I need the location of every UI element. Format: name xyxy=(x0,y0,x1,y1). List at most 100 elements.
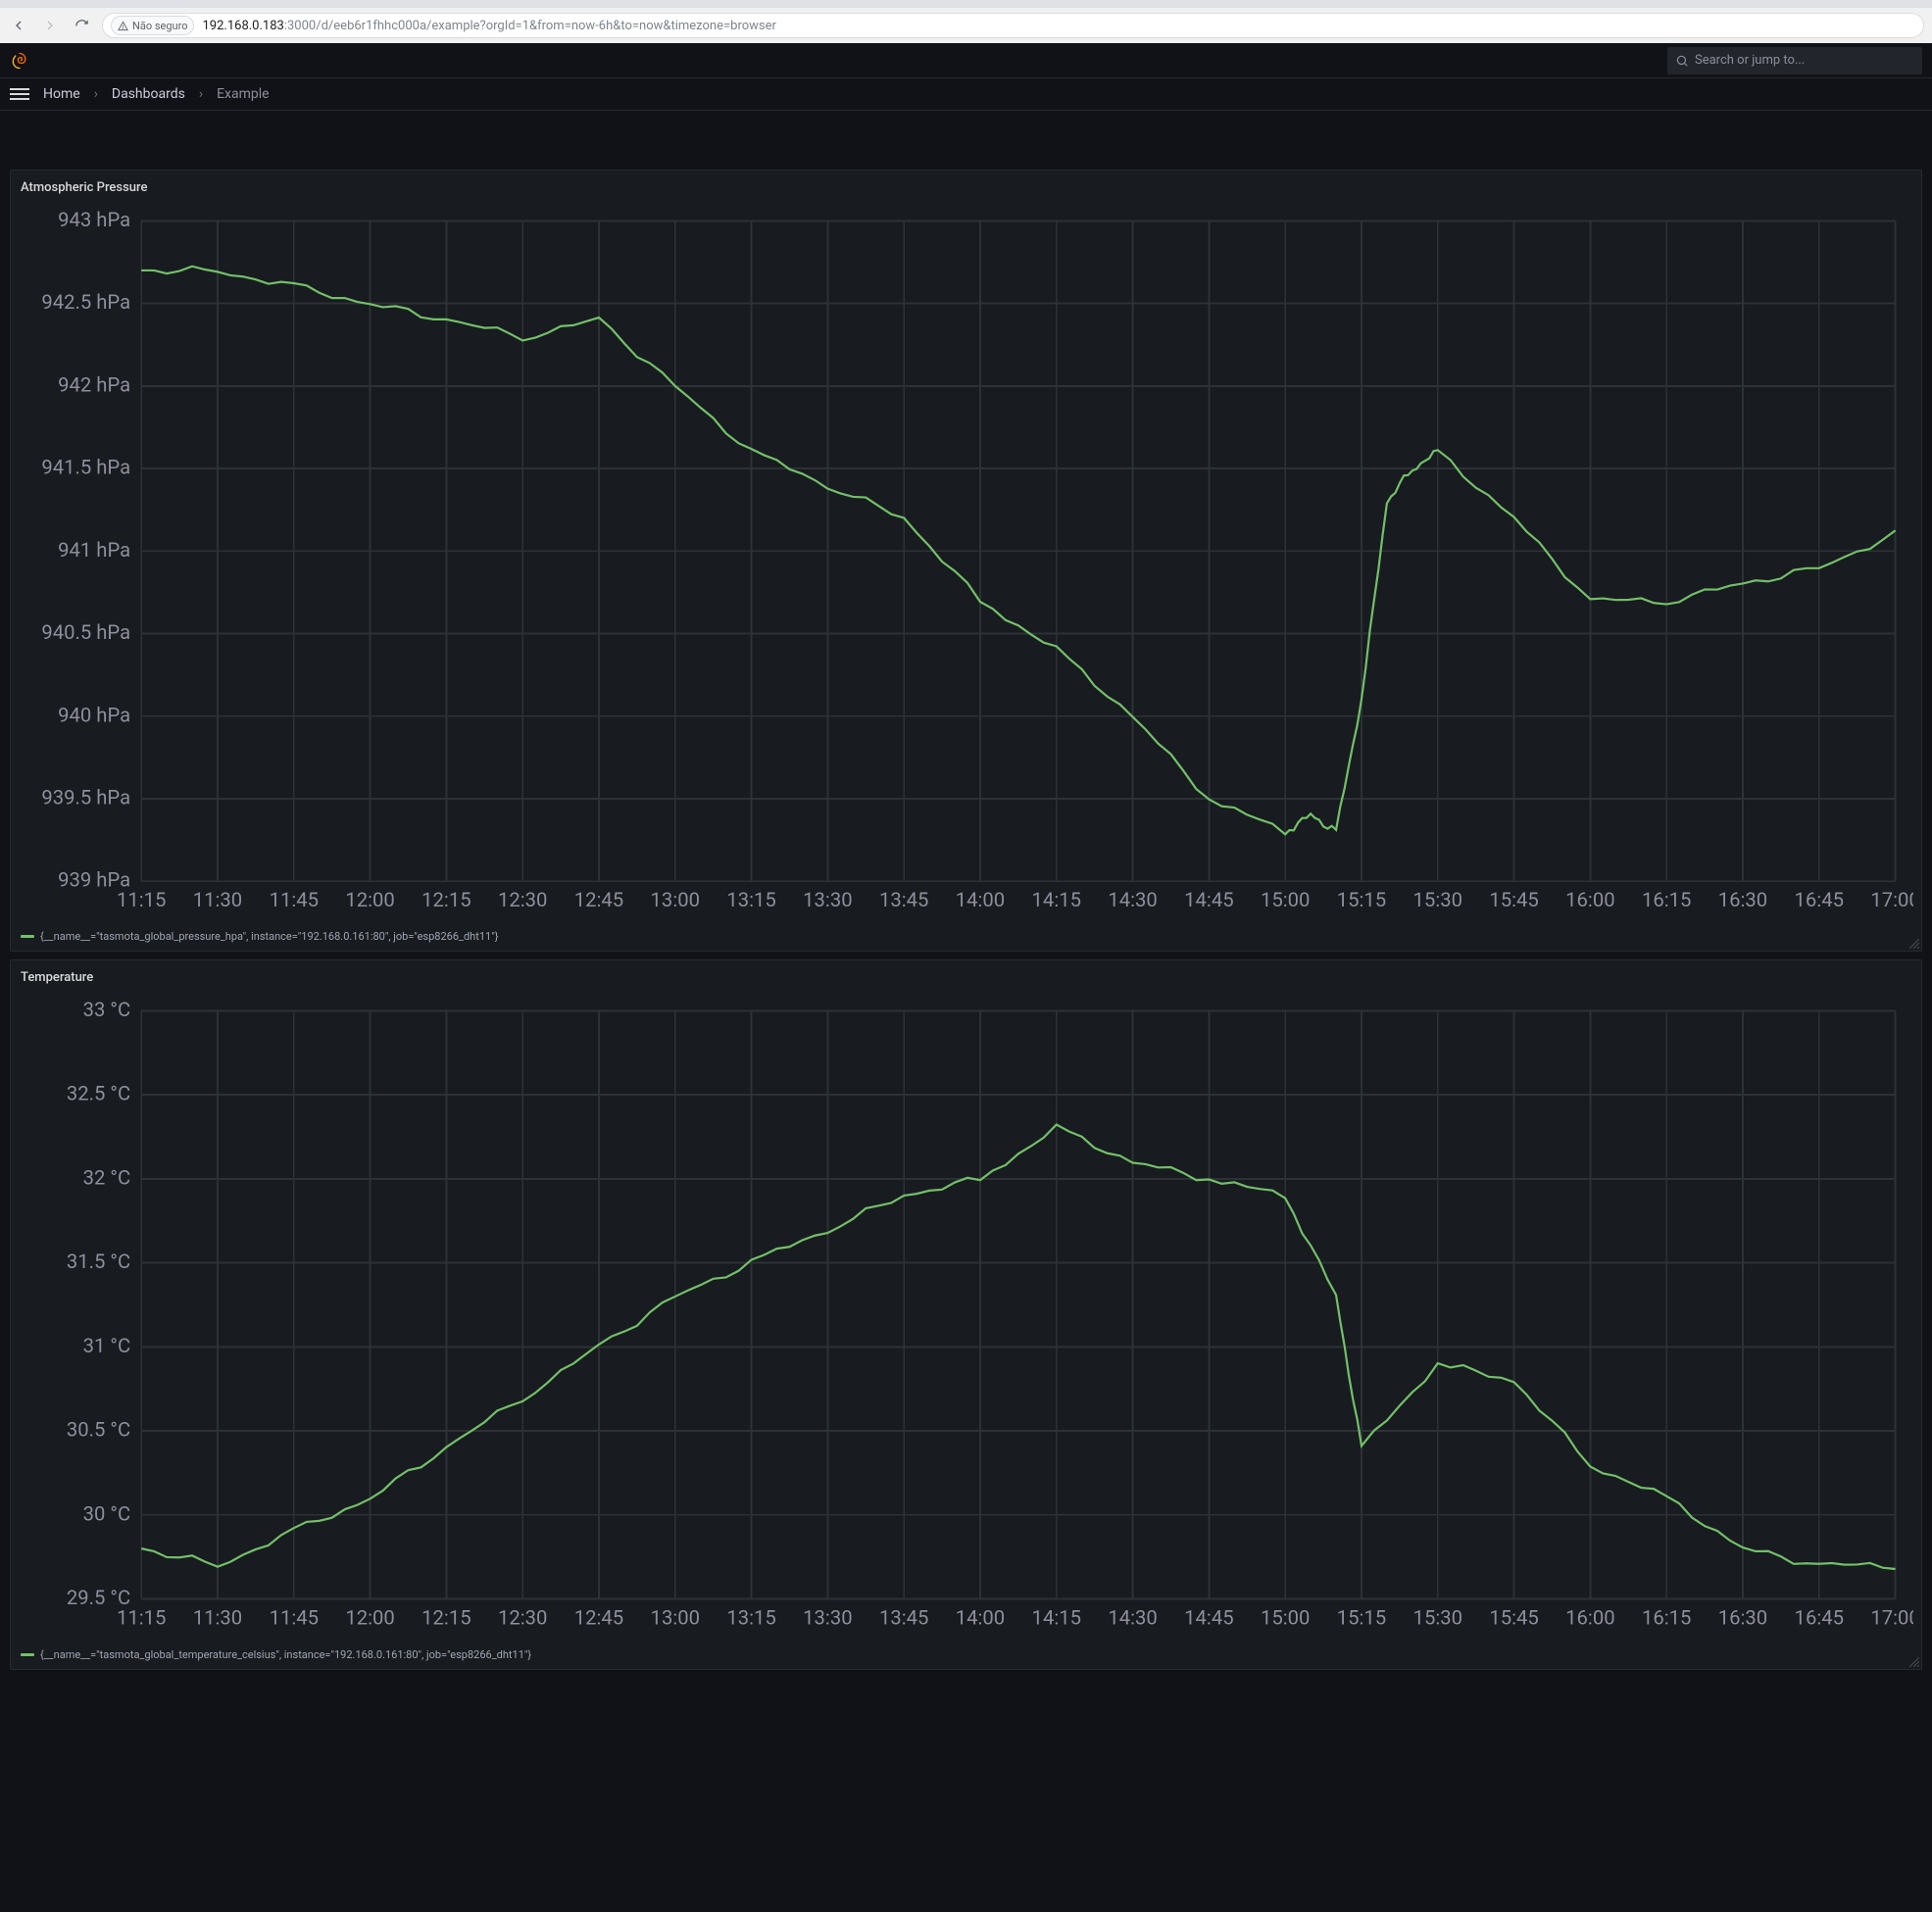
svg-text:12:45: 12:45 xyxy=(574,1606,623,1630)
svg-text:15:15: 15:15 xyxy=(1337,888,1386,911)
svg-text:13:45: 13:45 xyxy=(879,1606,928,1630)
svg-text:32.5 °C: 32.5 °C xyxy=(67,1082,130,1105)
svg-text:12:30: 12:30 xyxy=(498,888,547,911)
svg-text:12:15: 12:15 xyxy=(421,1606,471,1630)
svg-text:16:15: 16:15 xyxy=(1642,888,1691,911)
forward-button[interactable] xyxy=(39,15,61,36)
svg-text:939.5 hPa: 939.5 hPa xyxy=(41,785,130,809)
svg-text:16:00: 16:00 xyxy=(1565,888,1614,911)
grafana-logo-icon[interactable] xyxy=(10,51,29,71)
url-text: 192.168.0.183:3000/d/eeb6r1fhhc000a/exam… xyxy=(202,19,775,33)
legend-label: {__name__="tasmota_global_temperature_ce… xyxy=(40,1648,531,1661)
svg-text:12:00: 12:00 xyxy=(345,1606,394,1630)
svg-text:11:45: 11:45 xyxy=(270,888,319,911)
svg-text:942 hPa: 942 hPa xyxy=(58,372,130,396)
svg-text:33 °C: 33 °C xyxy=(83,998,131,1021)
chevron-right-icon: › xyxy=(94,86,98,102)
svg-text:16:30: 16:30 xyxy=(1718,1606,1767,1630)
svg-text:15:30: 15:30 xyxy=(1413,1606,1462,1630)
svg-text:941.5 hPa: 941.5 hPa xyxy=(41,456,130,479)
legend-swatch-icon xyxy=(21,935,34,938)
resize-handle-icon[interactable] xyxy=(1909,1657,1919,1667)
browser-tab-strip xyxy=(0,0,1932,8)
svg-text:942.5 hPa: 942.5 hPa xyxy=(41,290,130,314)
breadcrumb-home[interactable]: Home xyxy=(43,86,80,102)
legend-swatch-icon xyxy=(21,1653,34,1656)
svg-text:940 hPa: 940 hPa xyxy=(58,703,130,726)
resize-handle-icon[interactable] xyxy=(1909,939,1919,949)
svg-text:11:15: 11:15 xyxy=(117,888,166,911)
svg-text:15:00: 15:00 xyxy=(1261,888,1310,911)
chevron-right-icon: › xyxy=(199,86,203,102)
svg-text:940.5 hPa: 940.5 hPa xyxy=(41,620,130,644)
svg-text:941 hPa: 941 hPa xyxy=(58,538,130,562)
svg-text:13:15: 13:15 xyxy=(726,1606,775,1630)
svg-text:12:15: 12:15 xyxy=(421,888,471,911)
svg-text:13:30: 13:30 xyxy=(803,1606,852,1630)
svg-text:16:45: 16:45 xyxy=(1795,1606,1844,1630)
svg-text:14:15: 14:15 xyxy=(1032,888,1081,911)
svg-text:12:45: 12:45 xyxy=(574,888,623,911)
temperature-chart[interactable]: 33 °C 32.5 °C 32 °C 31.5 °C 31 °C 30.5 °C 30 °… xyxy=(19,993,1913,1642)
svg-text:13:00: 13:00 xyxy=(651,1606,700,1630)
svg-text:16:30: 16:30 xyxy=(1718,888,1767,911)
svg-text:13:45: 13:45 xyxy=(879,888,928,911)
svg-text:14:45: 14:45 xyxy=(1184,1606,1233,1630)
breadcrumb-current: Example xyxy=(217,86,269,102)
svg-text:14:30: 14:30 xyxy=(1108,1606,1157,1630)
legend-label: {__name__="tasmota_global_pressure_hpa",… xyxy=(40,930,498,943)
svg-text:13:30: 13:30 xyxy=(803,888,852,911)
svg-text:12:30: 12:30 xyxy=(498,1606,547,1630)
search-input[interactable]: Search or jump to... xyxy=(1667,47,1922,74)
panel-title: Temperature xyxy=(11,960,1921,991)
svg-text:15:45: 15:45 xyxy=(1489,888,1538,911)
search-icon xyxy=(1675,54,1689,68)
svg-text:14:00: 14:00 xyxy=(956,888,1005,911)
breadcrumb: Home › Dashboards › Example xyxy=(0,78,1932,111)
svg-text:14:00: 14:00 xyxy=(956,1606,1005,1630)
panel-temperature[interactable]: Temperature 33 °C 32.5 °C 32 °C 31.5 °C 31 °… xyxy=(10,959,1922,1670)
legend[interactable]: {__name__="tasmota_global_temperature_ce… xyxy=(11,1642,1921,1669)
svg-text:11:30: 11:30 xyxy=(193,888,242,911)
dashboard-content: Atmospheric Pressure 943 hPa 942.5 hPa 942… xyxy=(0,111,1932,1680)
svg-text:15:30: 15:30 xyxy=(1413,888,1462,911)
svg-text:13:15: 13:15 xyxy=(726,888,775,911)
svg-text:15:00: 15:00 xyxy=(1261,1606,1310,1630)
svg-text:15:15: 15:15 xyxy=(1337,1606,1386,1630)
panel-pressure[interactable]: Atmospheric Pressure 943 hPa 942.5 hPa 942… xyxy=(10,170,1922,952)
breadcrumb-dashboards[interactable]: Dashboards xyxy=(112,86,185,102)
menu-toggle-button[interactable] xyxy=(10,84,29,104)
svg-text:13:00: 13:00 xyxy=(651,888,700,911)
browser-toolbar: Não seguro 192.168.0.183:3000/d/eeb6r1fh… xyxy=(0,8,1932,43)
svg-text:17:00: 17:00 xyxy=(1870,1606,1913,1630)
svg-text:14:45: 14:45 xyxy=(1184,888,1233,911)
not-secure-label: Não seguro xyxy=(132,20,187,32)
svg-text:30.5 °C: 30.5 °C xyxy=(67,1418,130,1442)
legend[interactable]: {__name__="tasmota_global_pressure_hpa",… xyxy=(11,924,1921,951)
svg-text:11:30: 11:30 xyxy=(193,1606,242,1630)
svg-text:11:45: 11:45 xyxy=(270,1606,319,1630)
address-bar[interactable]: Não seguro 192.168.0.183:3000/d/eeb6r1fh… xyxy=(102,13,1924,38)
svg-text:16:45: 16:45 xyxy=(1795,888,1844,911)
svg-text:14:30: 14:30 xyxy=(1108,888,1157,911)
svg-text:11:15: 11:15 xyxy=(117,1606,166,1630)
reload-button[interactable] xyxy=(71,15,92,36)
panel-title: Atmospheric Pressure xyxy=(11,171,1921,201)
svg-text:31.5 °C: 31.5 °C xyxy=(67,1250,130,1274)
svg-text:30 °C: 30 °C xyxy=(83,1502,131,1526)
svg-text:32 °C: 32 °C xyxy=(83,1166,131,1190)
svg-text:17:00: 17:00 xyxy=(1870,888,1913,911)
svg-text:12:00: 12:00 xyxy=(345,888,394,911)
back-button[interactable] xyxy=(8,15,29,36)
search-placeholder: Search or jump to... xyxy=(1695,53,1805,68)
grafana-header: Search or jump to... xyxy=(0,43,1932,78)
svg-text:16:00: 16:00 xyxy=(1565,1606,1614,1630)
svg-text:16:15: 16:15 xyxy=(1642,1606,1691,1630)
svg-text:14:15: 14:15 xyxy=(1032,1606,1081,1630)
pressure-chart[interactable]: 943 hPa 942.5 hPa 942 hPa 941.5 hPa 941 hPa 9… xyxy=(19,203,1913,924)
svg-text:15:45: 15:45 xyxy=(1489,1606,1538,1630)
svg-text:943 hPa: 943 hPa xyxy=(58,208,130,231)
not-secure-chip[interactable]: Não seguro xyxy=(111,16,194,35)
warning-icon xyxy=(118,21,128,31)
svg-text:31 °C: 31 °C xyxy=(83,1334,131,1357)
